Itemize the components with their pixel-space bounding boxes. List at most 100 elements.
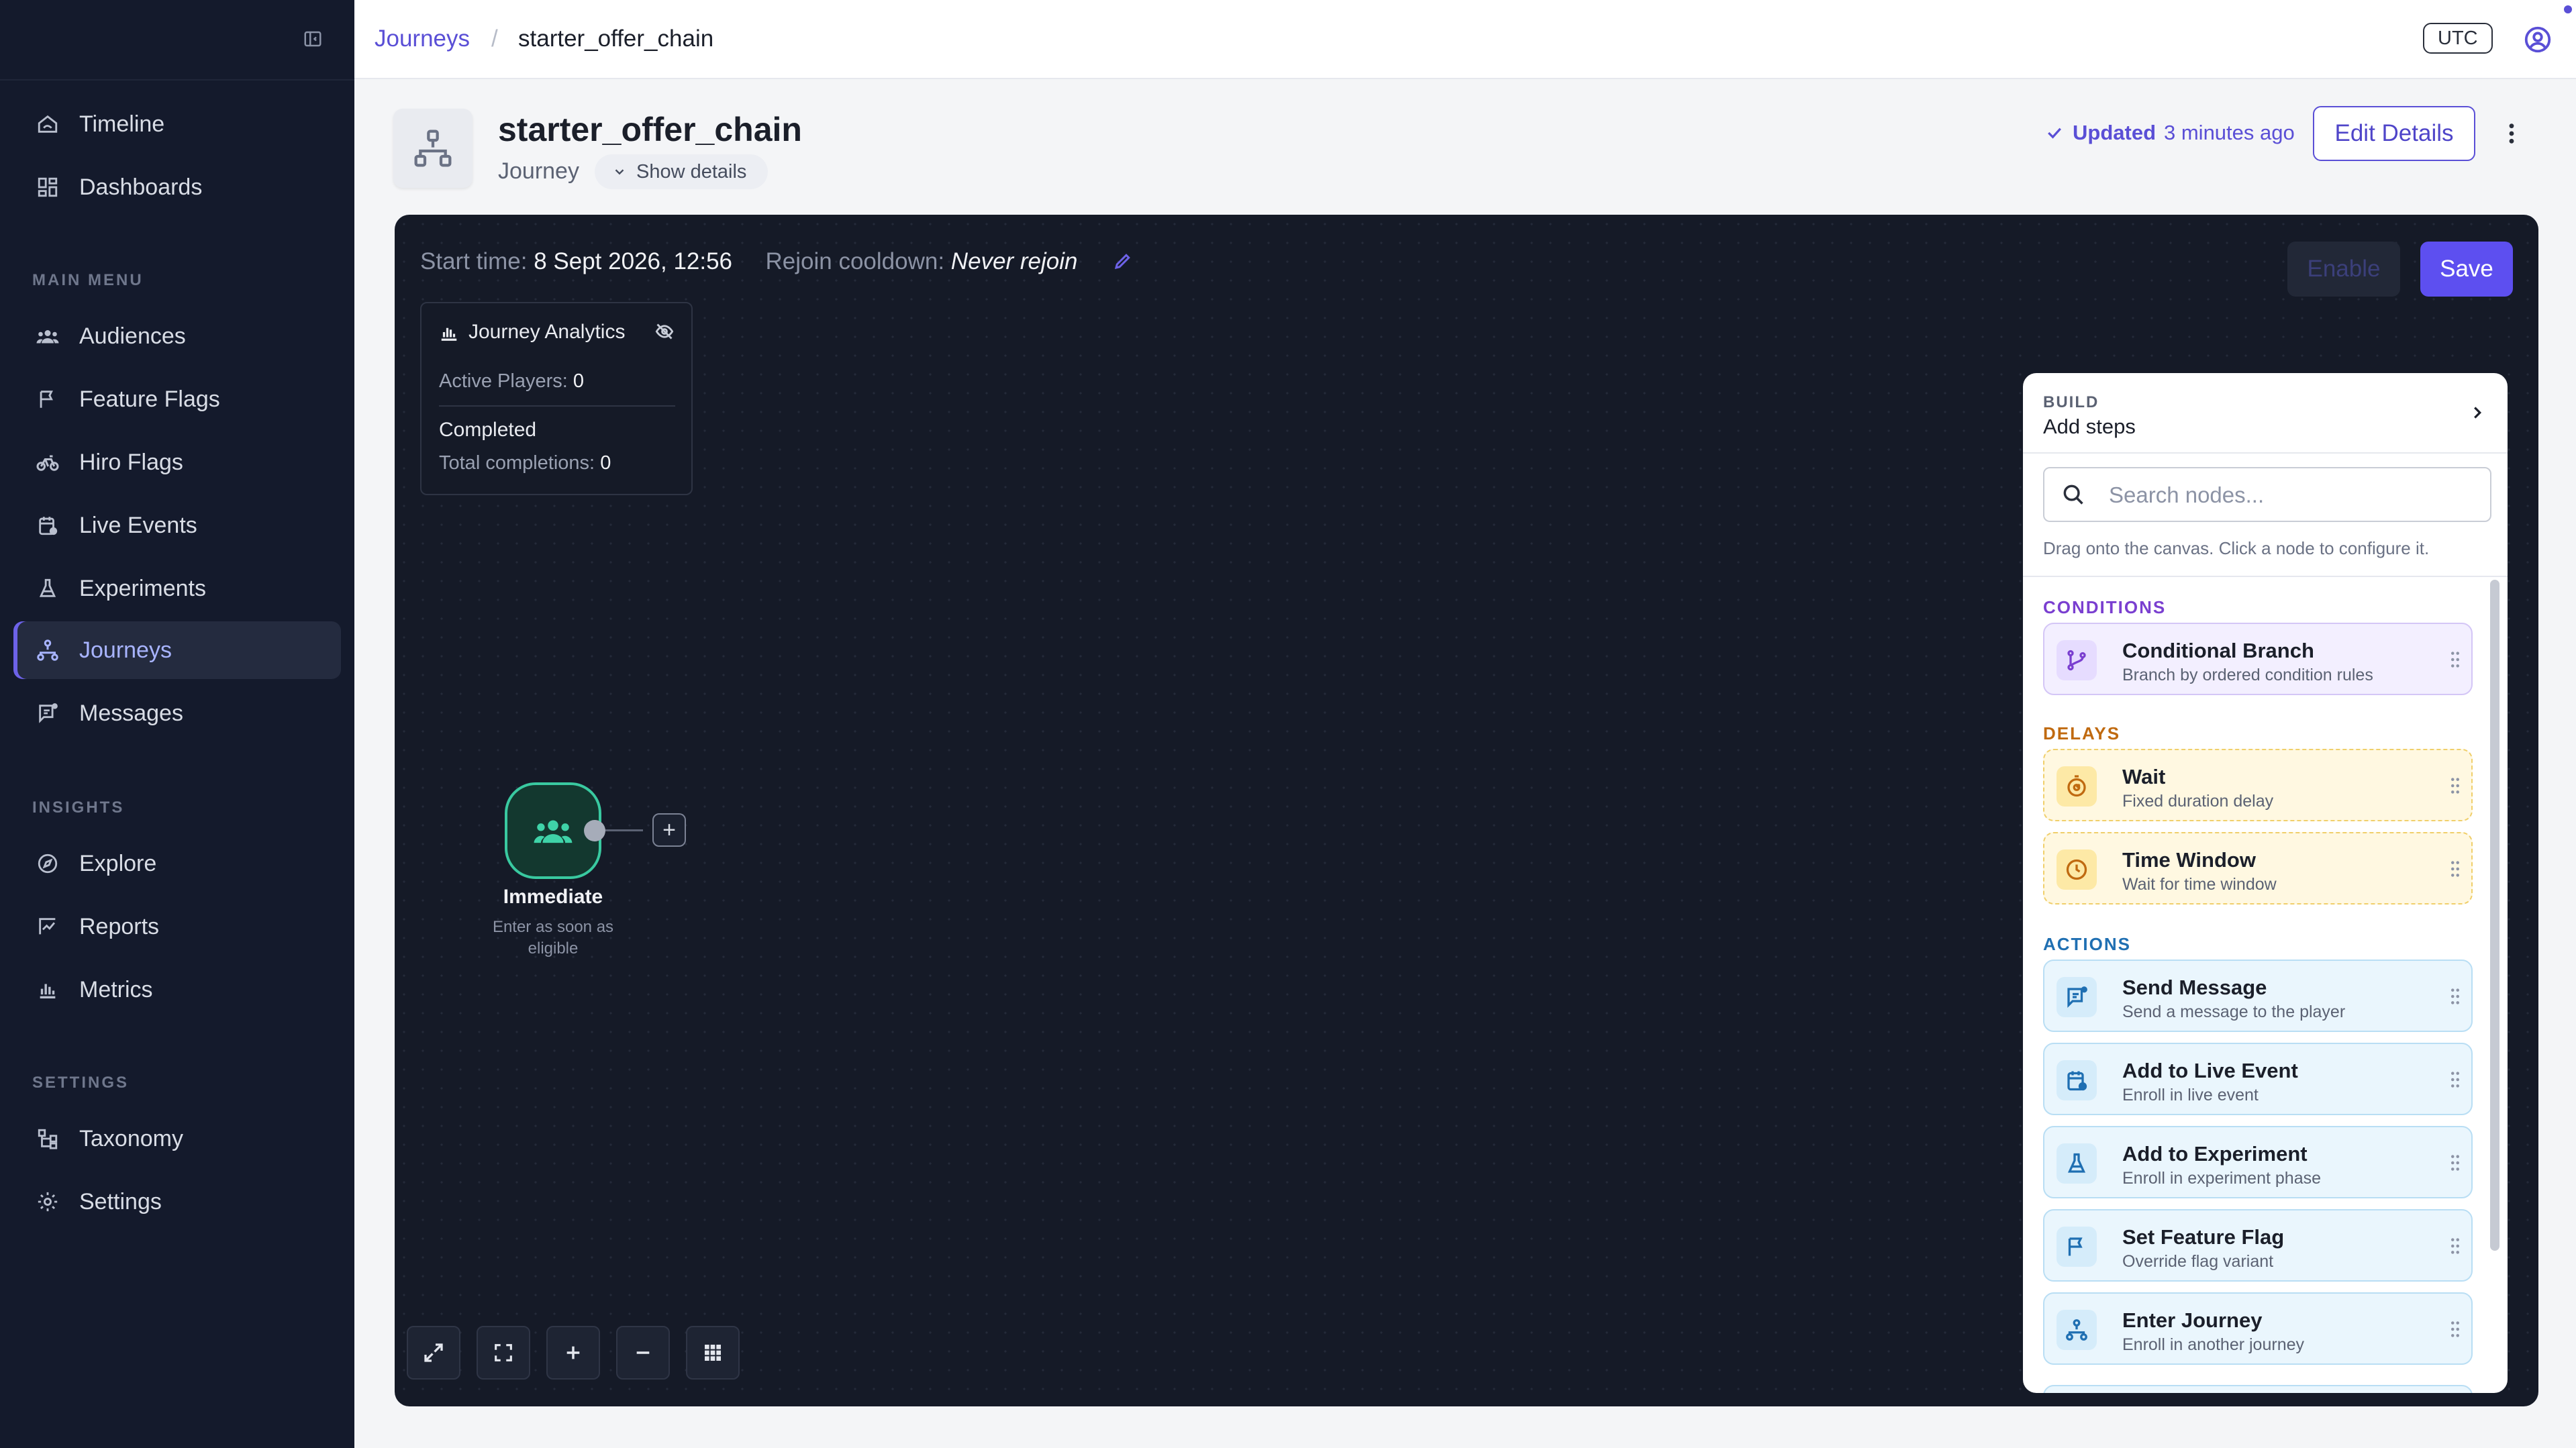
node-card-set-feature-flag[interactable]: Set Feature Flag Override flag variant bbox=[2043, 1209, 2473, 1282]
journey-analytics-card: Journey Analytics Active Players: 0 Comp… bbox=[420, 302, 693, 495]
sidebar-item-label: Hiro Flags bbox=[79, 449, 183, 475]
sidebar-item-label: Live Events bbox=[79, 512, 197, 538]
sidebar-item-timeline[interactable]: Timeline bbox=[13, 95, 341, 153]
taxonomy-icon bbox=[35, 1126, 60, 1151]
zoom-out-icon[interactable] bbox=[616, 1326, 670, 1380]
node-card-title: Enter Journey bbox=[2122, 1308, 2263, 1332]
sidebar-item-label: Audiences bbox=[79, 323, 186, 349]
expand-icon[interactable] bbox=[407, 1326, 460, 1380]
node-card-wait[interactable]: Wait Fixed duration delay bbox=[2043, 749, 2473, 821]
sidebar-item-experiments[interactable]: Experiments bbox=[13, 560, 341, 617]
drag-handle-icon[interactable] bbox=[2450, 776, 2463, 797]
build-title: Add steps bbox=[2043, 415, 2136, 438]
bar-chart-icon bbox=[439, 322, 459, 342]
entry-node-label: Immediate bbox=[503, 886, 603, 908]
node-card-title: Time Window bbox=[2122, 848, 2256, 872]
cooldown-value: Never rejoin bbox=[950, 248, 1078, 274]
node-card-title: Wait bbox=[2122, 765, 2166, 788]
search-icon bbox=[2061, 482, 2087, 509]
sidebar-item-taxonomy[interactable]: Taxonomy bbox=[13, 1110, 341, 1168]
clock-icon bbox=[2057, 849, 2097, 890]
flask-icon bbox=[2057, 1143, 2097, 1184]
sidebar-item-label: Experiments bbox=[79, 575, 206, 601]
audiences-icon bbox=[532, 810, 574, 851]
sidebar-item-hiro-flags[interactable]: Hiro Flags bbox=[13, 433, 341, 491]
user-icon[interactable] bbox=[2522, 24, 2553, 55]
drag-handle-icon[interactable] bbox=[2450, 650, 2463, 671]
node-output-handle[interactable] bbox=[584, 820, 605, 841]
node-card-time-window[interactable]: Time Window Wait for time window bbox=[2043, 832, 2473, 904]
node-connector bbox=[604, 829, 643, 831]
journey-icon bbox=[2057, 1310, 2097, 1350]
updated-status: Updated 3 minutes ago bbox=[2044, 121, 2295, 145]
sidebar-item-journeys[interactable]: Journeys bbox=[13, 621, 341, 679]
save-button[interactable]: Save bbox=[2420, 242, 2513, 297]
drag-handle-icon[interactable] bbox=[2450, 1070, 2463, 1091]
category-conditions: CONDITIONS bbox=[2043, 597, 2167, 617]
calendar-icon bbox=[2057, 1060, 2097, 1100]
sidebar-item-settings[interactable]: Settings bbox=[13, 1173, 341, 1231]
show-details-label: Show details bbox=[636, 160, 747, 183]
fit-view-icon[interactable] bbox=[477, 1326, 530, 1380]
sidebar-item-label: Settings bbox=[79, 1188, 162, 1214]
notification-dot bbox=[2564, 5, 2572, 13]
add-next-step-button[interactable]: + bbox=[652, 813, 686, 847]
analytics-title: Journey Analytics bbox=[468, 321, 626, 343]
node-card-title: Conditional Branch bbox=[2122, 639, 2314, 662]
show-details-button[interactable]: Show details bbox=[595, 154, 769, 189]
timeline-icon bbox=[35, 111, 60, 137]
panel-scrollbar[interactable] bbox=[2490, 580, 2499, 1251]
drag-handle-icon[interactable] bbox=[2450, 986, 2463, 1008]
grid-icon[interactable] bbox=[686, 1326, 740, 1380]
hide-analytics-icon[interactable] bbox=[655, 322, 675, 342]
node-card-add-to-live-event[interactable]: Add to Live Event Enroll in live event bbox=[2043, 1043, 2473, 1115]
drag-handle-icon[interactable] bbox=[2450, 1153, 2463, 1174]
section-insights: INSIGHTS bbox=[32, 798, 125, 817]
breadcrumb-journeys-link[interactable]: Journeys bbox=[375, 25, 470, 52]
node-card-send-message[interactable]: Send Message Send a message to the playe… bbox=[2043, 960, 2473, 1032]
drag-handle-icon[interactable] bbox=[2450, 1236, 2463, 1257]
enable-button[interactable]: Enable bbox=[2287, 242, 2400, 297]
active-players: Active Players: 0 bbox=[439, 370, 584, 393]
panel-divider bbox=[2023, 452, 2508, 454]
sidebar-item-dashboards[interactable]: Dashboards bbox=[13, 158, 341, 216]
node-card-enter-journey[interactable]: Enter Journey Enroll in another journey bbox=[2043, 1292, 2473, 1365]
collapse-panel-icon[interactable] bbox=[2467, 403, 2490, 425]
more-options-icon[interactable] bbox=[2498, 118, 2525, 149]
node-card-add-to-experiment[interactable]: Add to Experiment Enroll in experiment p… bbox=[2043, 1126, 2473, 1198]
sidebar-item-feature-flags[interactable]: Feature Flags bbox=[13, 370, 341, 428]
node-card-title: Add to Experiment bbox=[2122, 1142, 2308, 1166]
section-settings: SETTINGS bbox=[32, 1074, 130, 1092]
sidebar-item-metrics[interactable]: Metrics bbox=[13, 961, 341, 1019]
journey-canvas[interactable]: Start time: 8 Sept 2026, 12:56 Rejoin co… bbox=[395, 215, 2538, 1406]
node-card-title: Add to Live Event bbox=[2122, 1059, 2298, 1082]
timezone-button[interactable]: UTC bbox=[2423, 23, 2493, 54]
total-completions: Total completions: 0 bbox=[439, 452, 611, 474]
journey-type-label: Journey bbox=[498, 158, 579, 184]
drag-handle-icon[interactable] bbox=[2450, 859, 2463, 880]
cooldown-label: Rejoin cooldown: bbox=[765, 248, 945, 274]
search-nodes-input[interactable] bbox=[2108, 478, 2473, 513]
node-card-description: Enroll in experiment phase bbox=[2122, 1169, 2321, 1188]
node-card-conditional-branch[interactable]: Conditional Branch Branch by ordered con… bbox=[2043, 623, 2473, 695]
sidebar-item-reports[interactable]: Reports bbox=[13, 898, 341, 955]
bike-icon bbox=[35, 450, 60, 475]
breadcrumb-separator: / bbox=[491, 25, 498, 52]
sidebar-item-label: Feature Flags bbox=[79, 386, 220, 412]
zoom-in-icon[interactable] bbox=[546, 1326, 600, 1380]
sidebar-item-label: Messages bbox=[79, 700, 183, 726]
sidebar-item-explore[interactable]: Explore bbox=[13, 835, 341, 892]
gear-icon bbox=[35, 1189, 60, 1214]
analytics-header: Journey Analytics bbox=[439, 321, 625, 344]
node-card-description: Fixed duration delay bbox=[2122, 792, 2274, 811]
collapse-sidebar-icon[interactable] bbox=[301, 27, 325, 51]
sidebar-item-messages[interactable]: Messages bbox=[13, 684, 341, 742]
total-completions-label: Total completions: bbox=[439, 452, 595, 474]
drag-handle-icon[interactable] bbox=[2450, 1319, 2463, 1341]
node-card-partial bbox=[2043, 1385, 2473, 1393]
edit-details-button[interactable]: Edit Details bbox=[2313, 106, 2475, 161]
sidebar-item-live-events[interactable]: Live Events bbox=[13, 497, 341, 554]
sidebar-item-audiences[interactable]: Audiences bbox=[13, 307, 341, 365]
updated-time: 3 minutes ago bbox=[2164, 121, 2295, 144]
edit-schedule-icon[interactable] bbox=[1113, 251, 1134, 272]
